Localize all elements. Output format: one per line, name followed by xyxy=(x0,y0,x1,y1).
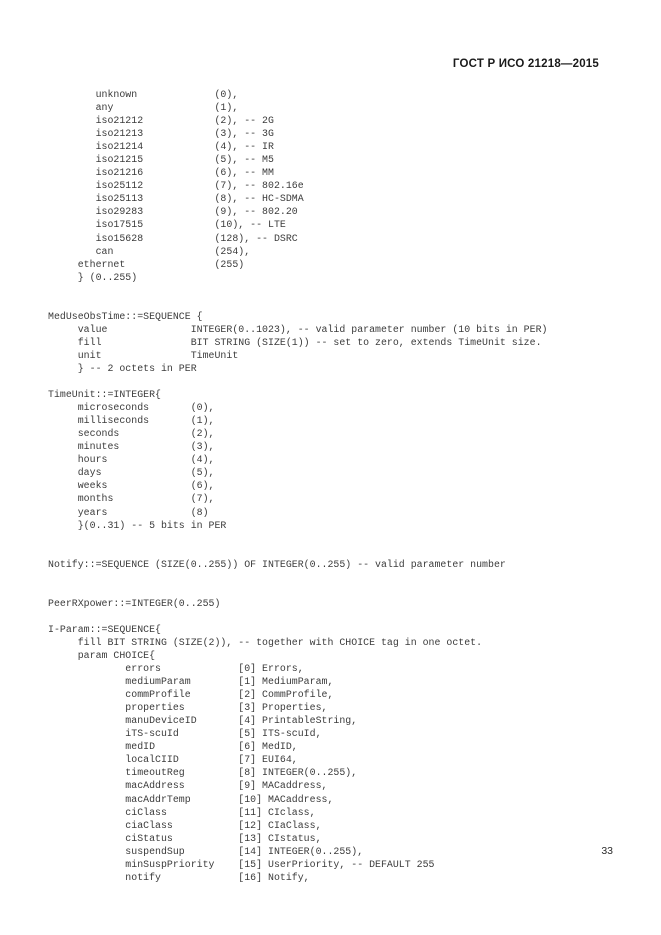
code-line: properties [3] Properties, xyxy=(48,702,328,714)
code-line: }(0..31) -- 5 bits in PER xyxy=(48,519,227,531)
code-line: timeoutReg [8] INTEGER(0..255), xyxy=(48,767,358,779)
code-line: I-Param::=SEQUENCE{ xyxy=(48,623,161,635)
code-line: can (254), xyxy=(48,245,251,257)
document-page: ГОСТ Р ИСО 21218—2015 unknown (0), any (… xyxy=(0,0,661,935)
code-line: param CHOICE{ xyxy=(48,650,156,662)
code-line: unknown (0), xyxy=(48,89,239,100)
code-line: Notify::=SEQUENCE (SIZE(0..255)) OF INTE… xyxy=(48,558,506,570)
code-line: iso21216 (6), -- MM xyxy=(48,167,274,179)
code-line: MedUseObsTime::=SEQUENCE { xyxy=(48,310,203,322)
code-line: } (0..255) xyxy=(48,271,138,283)
code-line: years (8) xyxy=(48,506,209,518)
document-header-standard-number: ГОСТ Р ИСО 21218—2015 xyxy=(452,58,599,70)
code-line: minSuspPriority [15] UserPriority, -- DE… xyxy=(48,858,435,870)
code-line: iso21213 (3), -- 3G xyxy=(48,128,274,140)
code-line: ciClass [11] CIclass, xyxy=(48,806,316,818)
code-line: any (1), xyxy=(48,102,239,114)
page-number: 33 xyxy=(601,845,613,857)
code-line: iso21214 (4), -- IR xyxy=(48,141,274,153)
code-line: milliseconds (1), xyxy=(48,415,215,427)
code-line: months (7), xyxy=(48,493,215,505)
code-line: localCIID [7] EUI64, xyxy=(48,754,298,766)
code-line: seconds (2), xyxy=(48,428,215,440)
code-line: days (5), xyxy=(48,467,215,479)
code-line: TimeUnit::=INTEGER{ xyxy=(48,389,161,401)
code-line: medID [6] MedID, xyxy=(48,741,298,753)
code-line: ciaClass [12] CIaClass, xyxy=(48,819,322,831)
code-line: iso17515 (10), -- LTE xyxy=(48,219,286,231)
code-line: iTS-scuId [5] ITS-scuId, xyxy=(48,728,322,740)
code-line: mediumParam [1] MediumParam, xyxy=(48,676,334,688)
code-line: iso15628 (128), -- DSRC xyxy=(48,232,298,244)
code-line: notify [16] Notify, xyxy=(48,871,310,883)
code-line: iso25112 (7), -- 802.16e xyxy=(48,180,304,192)
code-line: iso29283 (9), -- 802.20 xyxy=(48,206,298,218)
asn1-code-listing: unknown (0), any (1), iso21212 (2), -- 2… xyxy=(48,88,648,884)
code-line: value INTEGER(0..1023), -- valid paramet… xyxy=(48,323,548,335)
code-line: unit TimeUnit xyxy=(48,349,239,361)
code-line: hours (4), xyxy=(48,454,215,466)
code-line: minutes (3), xyxy=(48,441,215,453)
code-line: PeerRXpower::=INTEGER(0..255) xyxy=(48,597,221,609)
code-line: iso25113 (8), -- HC-SDMA xyxy=(48,193,304,205)
code-line: errors [0] Errors, xyxy=(48,663,304,675)
code-line: macAddrTemp [10] MACaddress, xyxy=(48,793,334,805)
code-line: iso21215 (5), -- M5 xyxy=(48,154,274,166)
code-line: manuDeviceID [4] PrintableString, xyxy=(48,715,358,727)
code-line: fill BIT STRING (SIZE(1)) -- set to zero… xyxy=(48,336,542,348)
code-line: fill BIT STRING (SIZE(2)), -- together w… xyxy=(48,636,483,648)
code-line: ciStatus [13] CIstatus, xyxy=(48,832,322,844)
code-line: microseconds (0), xyxy=(48,402,215,414)
code-line: ethernet (255) xyxy=(48,258,245,270)
code-line: weeks (6), xyxy=(48,480,215,492)
code-line: commProfile [2] CommProfile, xyxy=(48,689,334,701)
code-line: iso21212 (2), -- 2G xyxy=(48,115,274,127)
code-line: suspendSup [14] INTEGER(0..255), xyxy=(48,845,364,857)
code-line: macAddress [9] MACaddress, xyxy=(48,780,328,792)
code-line: } -- 2 octets in PER xyxy=(48,362,197,374)
